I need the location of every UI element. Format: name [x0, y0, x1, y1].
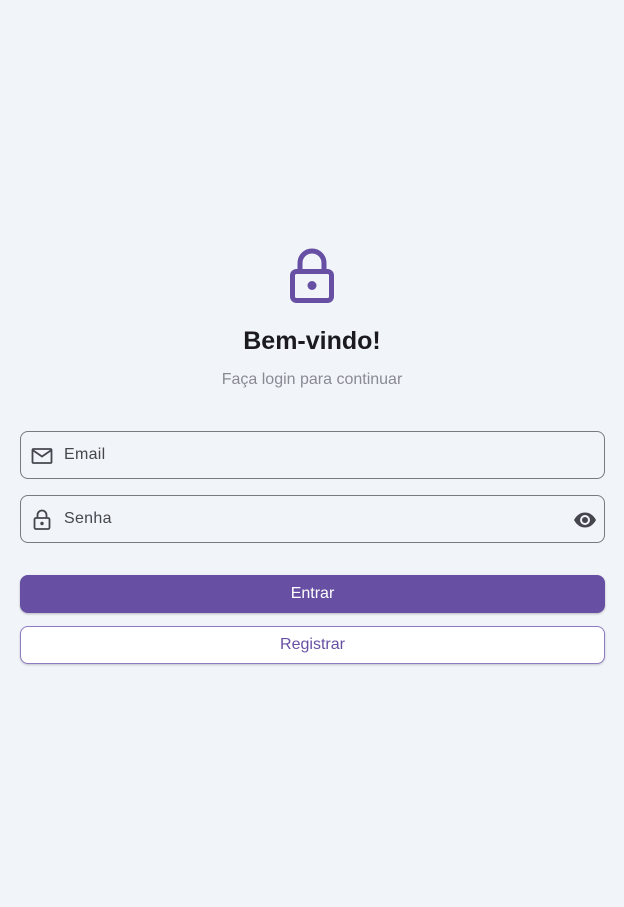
mail-icon	[31, 448, 53, 464]
lock-icon	[290, 248, 334, 303]
eye-icon[interactable]	[573, 508, 597, 532]
page-subtitle: Faça login para continuar	[221, 371, 403, 388]
page-title: Bem-vindo!	[243, 327, 381, 355]
password-input[interactable]	[64, 496, 554, 542]
lock-icon	[33, 509, 51, 530]
login-button[interactable]: Entrar	[20, 575, 605, 613]
password-field[interactable]	[20, 495, 605, 543]
login-screen: Bem-vindo! Faça login para continuar Ent…	[0, 0, 624, 907]
email-input[interactable]	[64, 432, 554, 478]
register-button[interactable]: Registrar	[20, 626, 605, 664]
email-field[interactable]	[20, 431, 605, 479]
